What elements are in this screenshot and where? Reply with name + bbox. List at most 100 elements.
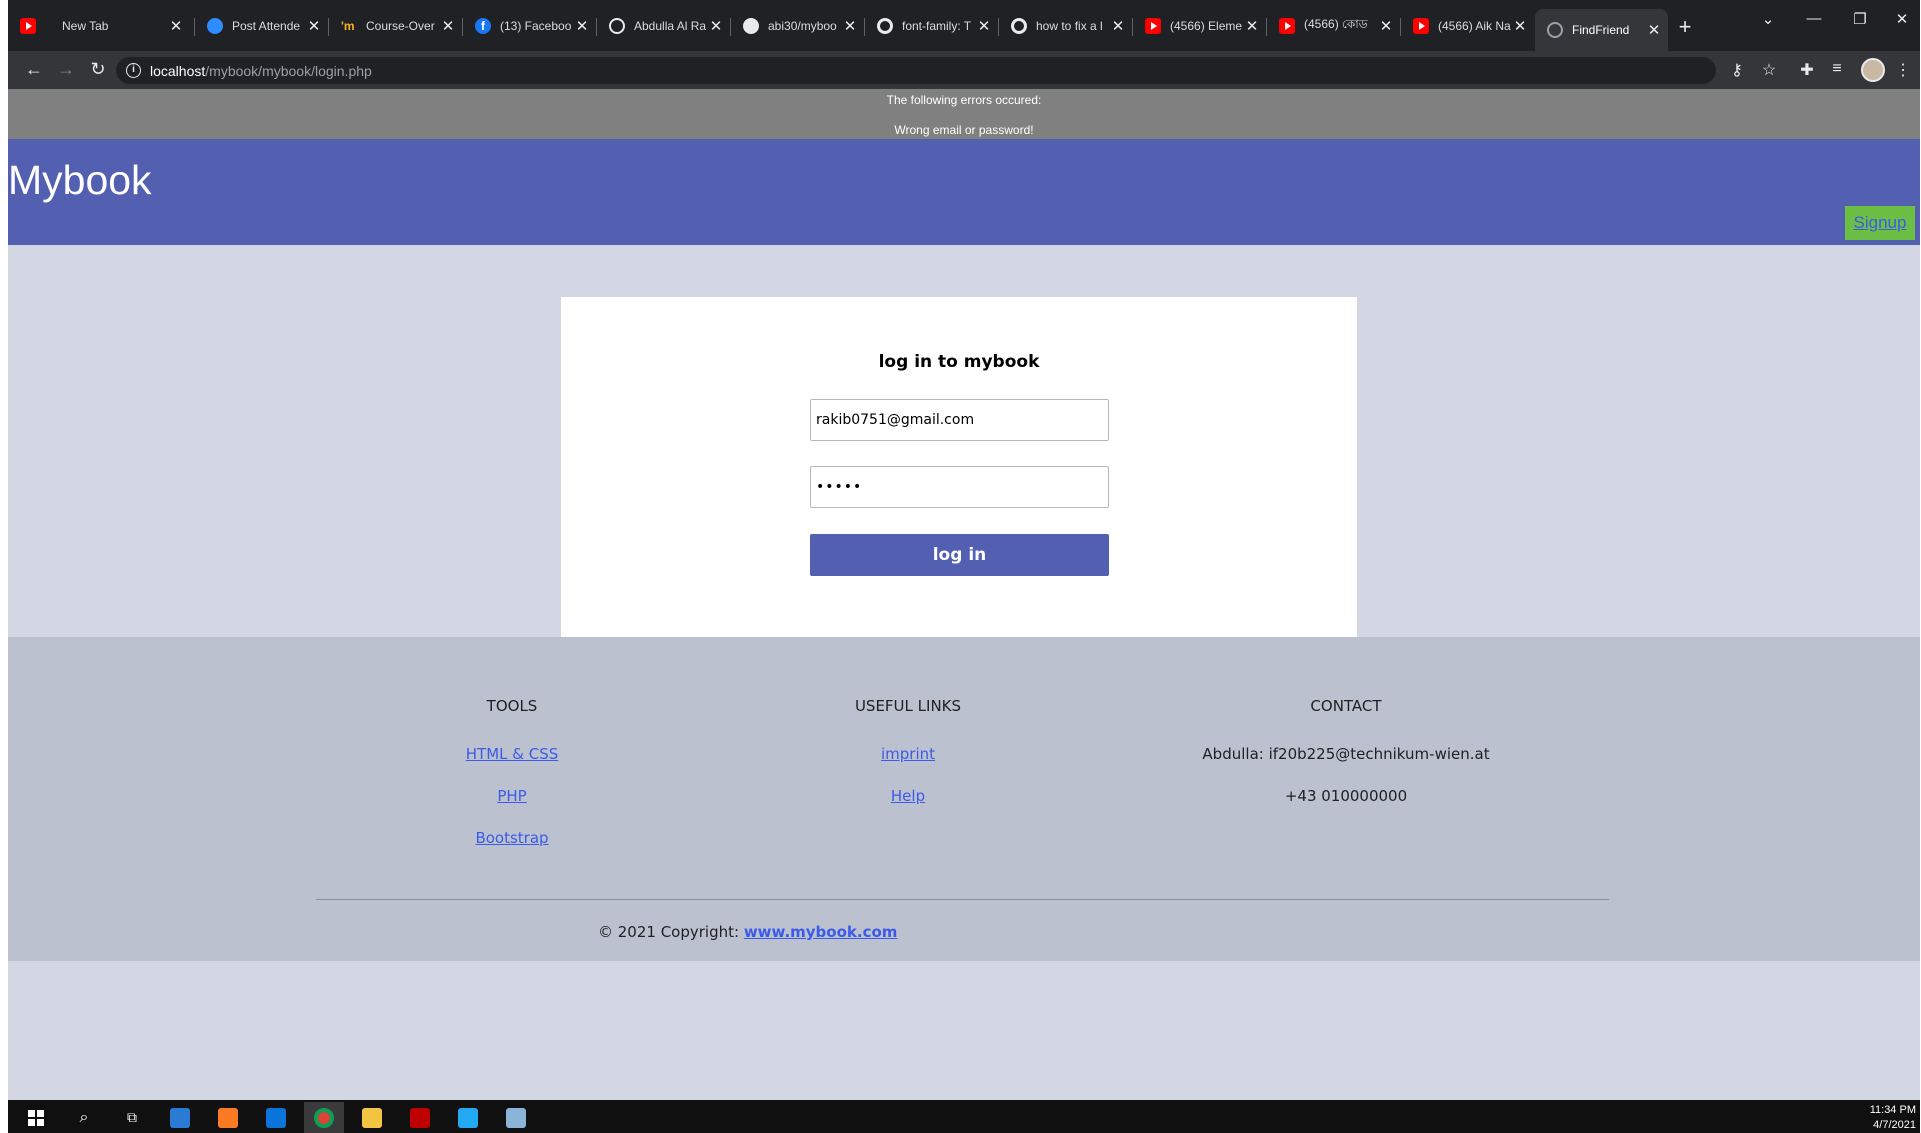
close-tab-icon[interactable]: ✕ bbox=[1512, 17, 1528, 35]
footer-column-contact: CONTACT Abdulla: if20b225@technikum-wien… bbox=[1146, 697, 1546, 829]
reload-icon[interactable]: ↻ bbox=[86, 59, 110, 80]
tab-course-overview[interactable]: 'm Course-Over ✕ bbox=[329, 9, 462, 43]
task-view-icon[interactable]: ⧉ bbox=[112, 1102, 152, 1133]
tab-strip: New Tab ✕ Post Attende ✕ 'm Course-Over … bbox=[8, 0, 1920, 51]
tab-label: how to fix a l bbox=[1036, 19, 1103, 33]
youtube-icon bbox=[20, 18, 36, 34]
url-text[interactable]: localhost/mybook/mybook/login.php bbox=[150, 63, 372, 79]
menu-dots-icon[interactable]: ⋮ bbox=[1892, 60, 1914, 80]
close-tab-icon[interactable]: ✕ bbox=[440, 17, 456, 35]
tab-youtube-pinned[interactable] bbox=[8, 9, 38, 43]
tab-label: Course-Over bbox=[366, 19, 435, 33]
footer-heading-tools: TOOLS bbox=[486, 697, 538, 715]
tab-github[interactable]: abi30/myboo ✕ bbox=[731, 9, 864, 43]
zoom-icon bbox=[207, 18, 223, 34]
close-tab-icon[interactable]: ✕ bbox=[1110, 17, 1126, 35]
chrome-icon[interactable] bbox=[304, 1102, 344, 1133]
error-banner: The following errors occured: Wrong emai… bbox=[8, 89, 1920, 139]
close-tab-icon[interactable]: ✕ bbox=[976, 17, 992, 35]
imc-icon: 'm bbox=[341, 19, 355, 33]
minimize-icon[interactable]: — bbox=[1794, 10, 1834, 27]
xampp-icon[interactable] bbox=[208, 1102, 248, 1133]
email-field[interactable] bbox=[810, 399, 1109, 441]
browser-window: New Tab ✕ Post Attende ✕ 'm Course-Over … bbox=[8, 0, 1920, 1133]
browser-toolbar: ← → ↻ i localhost/mybook/mybook/login.ph… bbox=[8, 51, 1920, 89]
tab-how-to-fix[interactable]: how to fix a l ✕ bbox=[999, 9, 1132, 43]
windows-taskbar: ⌕ ⧉ 11:34 PM 4/7/2021 bbox=[8, 1100, 1920, 1133]
file-explorer-icon[interactable] bbox=[352, 1102, 392, 1133]
login-title: log in to mybook bbox=[878, 352, 1040, 372]
windows-start-icon[interactable] bbox=[16, 1102, 56, 1133]
new-tab-icon[interactable]: + bbox=[1673, 14, 1697, 40]
copyright: © 2021 Copyright: www.mybook.com bbox=[598, 923, 897, 941]
tab-label: (4566) Eleme bbox=[1170, 19, 1243, 33]
snipping-tool-icon[interactable] bbox=[496, 1102, 536, 1133]
link-imprint[interactable]: imprint bbox=[808, 745, 1008, 787]
facebook-icon: f bbox=[475, 18, 491, 34]
tab-label: font-family: T bbox=[902, 19, 972, 33]
web-page: The following errors occured: Wrong emai… bbox=[8, 89, 1920, 1100]
close-window-icon[interactable]: ✕ bbox=[1882, 10, 1921, 28]
key-icon[interactable]: ⚷ bbox=[1726, 60, 1748, 80]
link-help[interactable]: Help bbox=[808, 787, 1008, 829]
footer-column-tools: TOOLS HTML & CSS PHP Bootstrap bbox=[412, 697, 612, 871]
tab-youtube-code[interactable]: (4566) কোড ✕ bbox=[1267, 9, 1400, 43]
address-bar[interactable]: i localhost/mybook/mybook/login.php bbox=[116, 57, 1716, 84]
tab-findfriend-active[interactable]: FindFriend ✕ bbox=[1535, 9, 1668, 51]
youtube-icon bbox=[1145, 18, 1161, 34]
password-field[interactable] bbox=[810, 466, 1109, 508]
clock-date: 4/7/2021 bbox=[1873, 1119, 1916, 1131]
tab-label: Abdulla Al Ra bbox=[634, 19, 707, 33]
close-tab-icon[interactable]: ✕ bbox=[1646, 21, 1662, 39]
mail-icon[interactable] bbox=[256, 1102, 296, 1133]
close-tab-icon[interactable]: ✕ bbox=[1244, 17, 1260, 35]
extensions-icon[interactable]: ✚ bbox=[1796, 60, 1818, 80]
forward-arrow-icon[interactable]: → bbox=[54, 59, 78, 80]
youtube-icon bbox=[1279, 18, 1295, 34]
site-footer: TOOLS HTML & CSS PHP Bootstrap USEFUL LI… bbox=[8, 637, 1920, 961]
tab-youtube-aik[interactable]: (4566) Aik Na ✕ bbox=[1401, 9, 1534, 43]
star-icon[interactable]: ☆ bbox=[1758, 60, 1780, 80]
site-header: Mybook Signup bbox=[8, 139, 1920, 245]
footer-divider bbox=[316, 899, 1609, 900]
search-icon[interactable]: ⌕ bbox=[64, 1102, 104, 1133]
close-tab-icon[interactable]: ✕ bbox=[168, 17, 184, 35]
filezilla-icon[interactable] bbox=[400, 1102, 440, 1133]
media-queue-icon[interactable]: ≡ bbox=[1826, 60, 1848, 78]
signup-button[interactable]: Signup bbox=[1845, 206, 1915, 240]
copyright-text: © 2021 Copyright: bbox=[598, 923, 744, 941]
link-bootstrap[interactable]: Bootstrap bbox=[412, 829, 612, 871]
tab-label: (13) Faceboo bbox=[500, 19, 572, 33]
contact-email: Abdulla: if20b225@technikum-wien.at bbox=[1202, 745, 1490, 763]
tab-post-attendee[interactable]: Post Attende ✕ bbox=[195, 9, 328, 43]
tab-new-tab[interactable]: New Tab ✕ bbox=[50, 9, 190, 43]
site-logo[interactable]: Mybook bbox=[8, 157, 152, 204]
footer-column-useful-links: USEFUL LINKS imprint Help bbox=[808, 697, 1008, 829]
close-tab-icon[interactable]: ✕ bbox=[306, 17, 322, 35]
link-php[interactable]: PHP bbox=[412, 787, 612, 829]
close-tab-icon[interactable]: ✕ bbox=[708, 17, 724, 35]
tab-font-family[interactable]: font-family: T ✕ bbox=[865, 9, 998, 43]
wordpress-icon bbox=[609, 18, 625, 34]
info-icon[interactable]: i bbox=[126, 63, 141, 78]
url-path: /mybook/mybook/login.php bbox=[205, 63, 372, 79]
tab-facebook[interactable]: f (13) Faceboo ✕ bbox=[463, 9, 596, 43]
contact-phone: +43 010000000 bbox=[1284, 787, 1408, 805]
tab-youtube-element[interactable]: (4566) Eleme ✕ bbox=[1133, 9, 1266, 43]
restore-icon[interactable]: ❐ bbox=[1840, 10, 1880, 28]
close-tab-icon[interactable]: ✕ bbox=[1378, 17, 1394, 35]
close-tab-icon[interactable]: ✕ bbox=[842, 17, 858, 35]
login-button[interactable]: log in bbox=[810, 534, 1109, 576]
github-icon bbox=[743, 18, 759, 34]
tab-search-icon[interactable]: ⌄ bbox=[1748, 10, 1788, 28]
copyright-link[interactable]: www.mybook.com bbox=[744, 923, 898, 941]
tab-abdulla[interactable]: Abdulla Al Ra ✕ bbox=[597, 9, 730, 43]
profile-avatar[interactable] bbox=[1861, 58, 1885, 82]
back-arrow-icon[interactable]: ← bbox=[22, 59, 46, 80]
vscode-icon[interactable] bbox=[448, 1102, 488, 1133]
close-tab-icon[interactable]: ✕ bbox=[574, 17, 590, 35]
remote-desktop-icon[interactable] bbox=[160, 1102, 200, 1133]
link-html-css[interactable]: HTML & CSS bbox=[412, 745, 612, 787]
system-clock[interactable]: 11:34 PM 4/7/2021 bbox=[1870, 1103, 1916, 1133]
tab-label: abi30/myboo bbox=[768, 19, 837, 33]
